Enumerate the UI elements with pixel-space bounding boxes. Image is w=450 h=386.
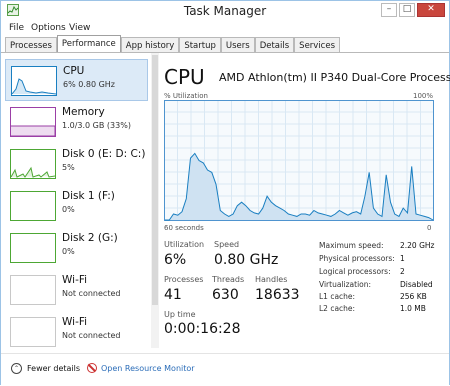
processes-label: Processes [164,275,204,284]
utilization-min-label: 0 [427,224,432,232]
resource-wifi-2[interactable]: Wi-Fi Not connected [5,311,148,348]
chevron-up-icon: ⌃ [11,363,22,374]
speed-value: 0.80 GHz [214,252,279,268]
resource-sub: Not connected [62,289,121,298]
cpu-utilization-graph [164,100,434,221]
disk-0-thumbnail-graph [10,149,56,179]
menu-options[interactable]: Options [31,23,66,33]
menu-view[interactable]: View [69,23,90,33]
resource-name: Memory [62,106,105,118]
max-speed-value: 2.20 GHz [400,241,435,250]
disk-1-thumbnail-graph [10,191,56,221]
resource-memory[interactable]: Memory 1.0/3.0 GB (33%) [5,101,148,143]
resource-sub: 0% [62,205,75,214]
l2-cache-label: L2 cache: [319,304,356,313]
tab-details[interactable]: Details [254,37,295,53]
menu-file[interactable]: File [9,23,24,33]
tab-strip: Processes Performance App history Startu… [5,35,341,53]
disk-2-thumbnail-graph [10,233,56,263]
resource-disk-2[interactable]: Disk 2 (G:) 0% [5,227,148,269]
close-button[interactable]: ✕ [417,3,445,17]
resource-list-scrollbar[interactable] [151,53,159,348]
threads-label: Threads [212,275,245,284]
title-bar[interactable]: Task Manager – □ ✕ [1,1,449,21]
footer-bar: ⌃ Fewer details Open Resource Monitor [1,353,449,386]
resource-cpu[interactable]: CPU 6% 0.80 GHz [5,59,148,101]
resource-name: Disk 0 (E: D: C:) [62,148,146,160]
tab-users[interactable]: Users [220,37,255,53]
tab-startup[interactable]: Startup [179,37,221,53]
speed-label: Speed [214,240,240,249]
physical-processors-value: 1 [400,254,405,263]
resource-sub: 5% [62,163,75,172]
resource-sub: Not connected [62,331,121,340]
scrollbar-thumb[interactable] [152,55,158,305]
l1-cache-label: L1 cache: [319,292,356,301]
logical-processors-label: Logical processors: [319,267,391,276]
utilization-label: Utilization [164,240,205,249]
resource-name: CPU [63,65,85,77]
wifi-2-thumbnail-graph [10,317,56,347]
utilization-axis-label: % Utilization [164,92,208,100]
virtualization-value: Disabled [400,280,433,289]
resource-name: Disk 1 (F:) [62,190,115,202]
handles-label: Handles [255,275,288,284]
handles-value: 18633 [255,287,300,303]
uptime-value: 0:00:16:28 [164,321,241,337]
logical-processors-value: 2 [400,267,405,276]
virtualization-label: Virtualization: [319,280,372,289]
resource-disk-0[interactable]: Disk 0 (E: D: C:) 5% [5,143,148,185]
detail-title: CPU [164,65,205,89]
resource-monitor-icon [87,363,97,373]
utilization-max-label: 100% [413,92,434,100]
tab-processes[interactable]: Processes [5,37,57,53]
resource-sub: 0% [62,247,75,256]
resource-list: CPU 6% 0.80 GHz Memory 1.0/3.0 GB (33%) … [1,53,152,348]
utilization-value: 6% [164,252,187,268]
cpu-thumbnail-graph [11,66,57,96]
resource-wifi-1[interactable]: Wi-Fi Not connected [5,269,148,311]
l1-cache-value: 256 KB [400,292,427,301]
fewer-details-label: Fewer details [27,364,81,373]
processor-name: AMD Athlon(tm) II P340 Dual-Core Process… [219,71,450,84]
resource-disk-1[interactable]: Disk 1 (F:) 0% [5,185,148,227]
minimize-button[interactable]: – [381,3,397,17]
resource-sub: 6% 0.80 GHz [63,80,116,89]
wifi-1-thumbnail-graph [10,275,56,305]
resource-name: Disk 2 (G:) [62,232,118,244]
resource-sub: 1.0/3.0 GB (33%) [62,121,131,130]
resource-name: Wi-Fi [62,316,88,328]
physical-processors-label: Physical processors: [319,254,395,263]
open-resource-monitor-link[interactable]: Open Resource Monitor [87,363,195,373]
open-resource-monitor-label: Open Resource Monitor [101,363,195,373]
time-span-label: 60 seconds [164,224,204,232]
uptime-label: Up time [164,310,196,319]
max-speed-label: Maximum speed: [319,241,384,250]
processes-value: 41 [164,287,182,303]
threads-value: 630 [212,287,239,303]
tab-app-history[interactable]: App history [120,37,180,53]
l2-cache-value: 1.0 MB [400,304,426,313]
fewer-details-button[interactable]: ⌃ Fewer details [11,363,80,374]
tab-services[interactable]: Services [294,37,341,53]
tab-performance[interactable]: Performance [56,35,121,53]
resource-name: Wi-Fi [62,274,88,286]
memory-thumbnail-graph [10,107,56,137]
maximize-button[interactable]: □ [399,3,415,17]
task-manager-window: Task Manager – □ ✕ File Options View Pro… [0,0,450,386]
